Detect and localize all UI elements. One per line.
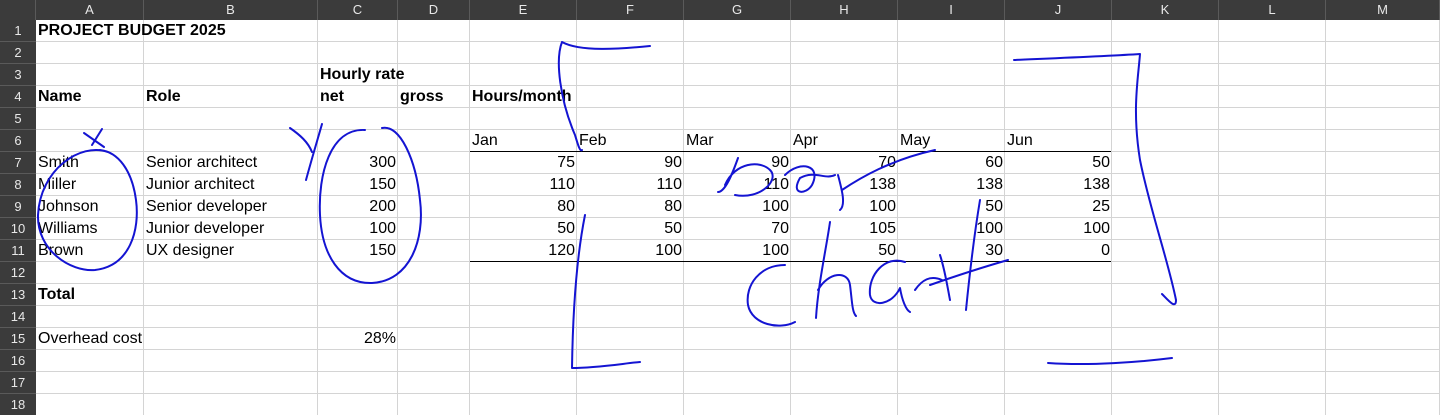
ink-check-mark — [289, 123, 323, 181]
ink-right-bracket — [1013, 53, 1177, 306]
ink-x-mark — [83, 128, 105, 148]
ink-annotations-layer — [36, 41, 1177, 369]
ink-circle-names — [36, 149, 138, 272]
spreadsheet: A B C D E F G H I J K L M 1 2 3 4 5 6 7 … — [0, 0, 1440, 415]
ink-left-bracket-top — [557, 41, 651, 152]
ink-circle-net — [318, 126, 422, 285]
ink-right-bracket-foot — [1047, 357, 1173, 366]
ink-left-bracket-bottom — [571, 214, 641, 369]
ink-word-bar — [717, 149, 936, 211]
ink-word-chart — [746, 199, 1009, 327]
